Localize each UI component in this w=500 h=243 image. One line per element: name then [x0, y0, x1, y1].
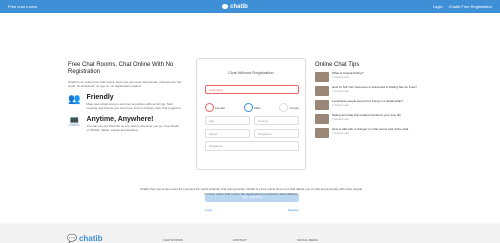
gender-female-option[interactable]: Female — [205, 103, 225, 112]
gender-male-option[interactable]: Male — [243, 103, 261, 112]
tips-title: Online Chat Tips — [315, 62, 360, 68]
tip-thumbnail — [315, 114, 329, 124]
gender-selector: Female Male Couple — [205, 103, 299, 112]
free-chat-rooms-link[interactable]: Free chat rooms — [8, 4, 37, 9]
footer-contact[interactable]: CONTACT — [233, 238, 247, 242]
footer-chat-rooms[interactable]: CHAT ROOMS — [163, 238, 183, 242]
couple-icon — [279, 103, 289, 112]
feature-title: Friendly — [86, 94, 114, 101]
intro-text: Chatib is an online free chat rooms. Her… — [68, 80, 182, 88]
tip-item[interactable]: How To Tell Your Someone is Interested I… — [315, 85, 425, 96]
footer-social[interactable]: SOCIAL MEDIA — [297, 238, 318, 242]
feature-friendly: 👥 Friendly Meet new single women and men… — [68, 94, 183, 110]
tip-thumbnail — [315, 72, 329, 82]
form-title: Chat Without Registration — [228, 70, 274, 75]
feature-title: Anytime, Anywhere! — [86, 116, 154, 123]
form-links: Login Register — [205, 208, 299, 212]
tip-thumbnail — [315, 100, 329, 110]
feature-desc: You can use our chat site on any device … — [86, 124, 179, 132]
tip-item[interactable]: Loneliness people seem from being in a r… — [315, 99, 425, 110]
chat-bubble-icon: 💬 — [67, 234, 77, 243]
username-input[interactable]: Username — [205, 85, 299, 94]
login-link[interactable]: Login — [205, 208, 212, 212]
region-select[interactable]: Singapore — [254, 129, 299, 138]
main-content: Free Chat Rooms, Chat Online With No Reg… — [0, 13, 500, 212]
brand-name: chatib — [230, 3, 248, 10]
tip-thumbnail — [315, 128, 329, 138]
users-icon: 👥 — [68, 94, 81, 105]
feature-anytime: 💻 Anytime, Anywhere! You can use our cha… — [68, 116, 183, 132]
register-link[interactable]: Chatib Free Registration — [449, 4, 492, 9]
top-nav: Free chat rooms chatib Login Chatib Free… — [0, 0, 500, 13]
city-select[interactable]: Singapore — [205, 141, 299, 151]
tip-thumbnail — [315, 86, 329, 96]
page-title: Free Chat Rooms, Chat Online With No Reg… — [68, 62, 174, 75]
feature-desc: Meet new single women and men anywhere w… — [86, 102, 182, 110]
age-select[interactable]: Age — [205, 116, 250, 125]
intro-section: Free Chat Rooms, Chat Online With No Reg… — [68, 62, 183, 132]
female-icon — [205, 103, 214, 112]
login-link[interactable]: Login — [433, 4, 443, 9]
tips-section: Online Chat Tips What Is Casual Dating? 2… — [315, 62, 425, 138]
gender-couple-option[interactable]: Couple — [279, 103, 299, 112]
tip-item[interactable]: What Is Casual Dating? 2 minutes read — [315, 71, 425, 82]
site-description: Chatib chat rooms lets users from around… — [139, 187, 363, 196]
male-icon — [243, 103, 253, 112]
devices-icon: 💻 — [68, 116, 81, 127]
footer-logo[interactable]: 💬 chatib — [67, 234, 103, 243]
brand[interactable]: chatib — [222, 4, 248, 10]
state-select[interactable]: Select — [205, 129, 250, 138]
chat-form-card: Chat Without Registration Username Femal… — [196, 58, 306, 212]
footer: 💬 chatib CHAT ROOMS CONTACT SOCIAL MEDIA — [0, 223, 500, 243]
tip-item[interactable]: Dating and chat that matters transform y… — [315, 113, 425, 124]
tip-item[interactable]: How to talk with a stranger on chat room… — [315, 127, 425, 138]
country-select[interactable]: Country — [254, 116, 299, 125]
register-link[interactable]: Register — [288, 208, 299, 212]
chat-bubble-icon — [222, 4, 229, 9]
